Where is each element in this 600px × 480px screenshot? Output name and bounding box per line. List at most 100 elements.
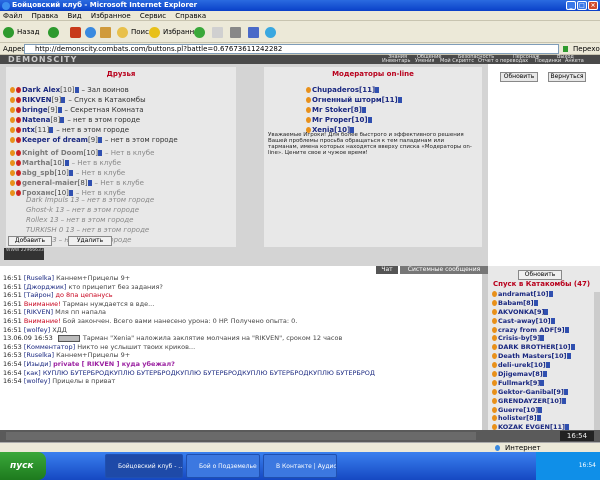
friend-row[interactable]: Keeper of dream[9] – нет в этом городе: [10, 135, 178, 145]
info-icon[interactable]: [538, 406, 543, 413]
location-user-row[interactable]: Death Masters[10]: [492, 352, 576, 361]
chat-sender[interactable]: [Комментатор]: [24, 343, 75, 351]
history-button[interactable]: [194, 25, 205, 39]
refresh-moderators-button[interactable]: Обновить: [500, 72, 538, 82]
info-icon[interactable]: [542, 371, 547, 378]
location-user-row[interactable]: Crisis-by[9]: [492, 334, 576, 343]
messenger-button[interactable]: [265, 25, 276, 39]
task-battle[interactable]: Бой о Подземелье ...: [186, 454, 260, 478]
info-icon[interactable]: [548, 291, 553, 297]
location-user-name[interactable]: crazy from ADF[9]: [498, 326, 565, 334]
add-friend-button[interactable]: Добавить: [8, 236, 52, 246]
friend-name[interactable]: general-maier: [22, 179, 78, 187]
friend-name[interactable]: Dark Impuls: [26, 196, 68, 204]
home-button[interactable]: [100, 25, 111, 39]
friend-name[interactable]: Martha: [22, 159, 50, 167]
location-user-row[interactable]: Gektor-Ganibal[9]: [492, 388, 576, 397]
address-input[interactable]: http://demonscity.combats.com/buttons.pl…: [24, 44, 559, 54]
start-button[interactable]: пуск: [0, 452, 46, 480]
info-icon[interactable]: [375, 87, 380, 93]
location-user-name[interactable]: DARK BROTHER[10]: [498, 343, 571, 351]
location-user-name[interactable]: GRENDAYZER[10]: [498, 397, 562, 405]
location-user-row[interactable]: andramat[10]: [492, 290, 576, 299]
moderator-name[interactable]: Mr Proper[10]: [312, 116, 368, 124]
friend-row[interactable]: Natena[8] – нет в этом городе: [10, 115, 178, 125]
location-user-name[interactable]: holister[8]: [498, 414, 537, 422]
menu-tools[interactable]: Сервис: [140, 12, 166, 20]
chat-sender[interactable]: [Изыди]: [24, 360, 51, 368]
location-user-name[interactable]: deli-urek[10]: [498, 361, 546, 369]
close-icon[interactable]: ×: [588, 1, 598, 10]
location-user-row[interactable]: GRENDAYZER[10]: [492, 397, 576, 406]
location-user-row[interactable]: Cast-away[10]: [492, 317, 576, 326]
menu-favorites[interactable]: Избранное: [91, 12, 131, 20]
location-user-row[interactable]: holister[8]: [492, 414, 576, 423]
info-icon[interactable]: [397, 97, 402, 103]
location-user-row[interactable]: crazy from ADF[9]: [492, 326, 576, 335]
location-user-row[interactable]: Guerre[10]: [492, 406, 576, 415]
info-icon[interactable]: [540, 335, 545, 342]
maximize-icon[interactable]: □: [577, 1, 587, 10]
info-icon[interactable]: [61, 97, 66, 103]
location-user-row[interactable]: DARK BROTHER[10]: [492, 343, 576, 352]
moderator-name[interactable]: Chupaderos[11]: [312, 86, 375, 94]
back-page-button[interactable]: Вернуться: [548, 72, 586, 82]
friend-row[interactable]: Dark Alex[10] – Зал воинов: [10, 85, 178, 95]
location-user-name[interactable]: Fullmark[9]: [498, 379, 540, 387]
chat-input[interactable]: [6, 432, 476, 440]
info-icon[interactable]: [563, 388, 568, 395]
friend-name[interactable]: Knight of Doom: [22, 149, 84, 157]
friend-name[interactable]: ntx: [22, 126, 35, 134]
menu-help[interactable]: Справка: [175, 12, 206, 20]
chat-sender[interactable]: [RIKVEN]: [24, 308, 53, 316]
info-icon[interactable]: [540, 379, 545, 386]
info-icon[interactable]: [564, 326, 569, 333]
friend-row[interactable]: TURKISH 0 13– нет в этом городе: [26, 225, 154, 235]
remove-friend-button[interactable]: Удалить: [68, 236, 112, 246]
location-user-name[interactable]: andramat[10]: [498, 290, 549, 298]
info-icon[interactable]: [64, 160, 69, 166]
nav-profile[interactable]: Анкета: [565, 59, 584, 64]
moderator-row[interactable]: Огненный шторм[11]: [306, 95, 403, 105]
location-user-name[interactable]: Gektor-Ganibal[9]: [498, 388, 564, 396]
location-user-name[interactable]: Death Masters[10]: [498, 352, 567, 360]
friend-row[interactable]: ntx[11] – нет в этом городе: [10, 125, 178, 135]
chat-sender[interactable]: Внимание!: [24, 300, 61, 308]
friend-name[interactable]: Dark Alex: [22, 86, 60, 94]
info-icon[interactable]: [74, 87, 79, 93]
info-icon[interactable]: [550, 317, 555, 324]
moderator-row[interactable]: Chupaderos[11]: [306, 85, 403, 95]
friend-row[interactable]: bringe[9] – Секретная Комната: [10, 105, 178, 115]
location-user-row[interactable]: Fullmark[9]: [492, 379, 576, 388]
minimize-icon[interactable]: _: [566, 1, 576, 10]
search-button[interactable]: Поиск: [117, 25, 153, 39]
info-icon[interactable]: [57, 107, 62, 113]
friend-row[interactable]: abg_spb[10] – Нет в клубе: [10, 168, 154, 178]
stop-button[interactable]: [70, 25, 81, 39]
info-icon[interactable]: [570, 344, 575, 351]
info-icon[interactable]: [545, 362, 550, 369]
friend-row[interactable]: Martha[10] – Нет в клубе: [10, 158, 154, 168]
chat-sender[interactable]: [wolfey]: [24, 326, 50, 334]
task-fightclub[interactable]: Бойцовский клуб - ...: [105, 454, 183, 478]
location-user-name[interactable]: Babam[8]: [498, 299, 534, 307]
chat-sender[interactable]: [Ruselka]: [24, 274, 54, 282]
friend-name[interactable]: Ghost-k: [26, 206, 53, 214]
edit-button[interactable]: [248, 25, 259, 39]
info-icon[interactable]: [561, 397, 566, 404]
chat-sender[interactable]: [Джорджик]: [24, 283, 67, 291]
friend-row[interactable]: Rollex 13– нет в этом городе: [26, 215, 154, 225]
moderator-row[interactable]: Mr Stoker[8]: [306, 105, 403, 115]
friend-name[interactable]: TURKISH: [26, 226, 57, 234]
back-button[interactable]: Назад: [3, 25, 39, 39]
sidebar-scrollbar[interactable]: [594, 292, 600, 430]
info-icon[interactable]: [60, 117, 65, 123]
location-user-name[interactable]: AKVONKA[9]: [498, 308, 544, 316]
moderator-name[interactable]: Огненный шторм[11]: [312, 96, 398, 104]
tab-system-messages[interactable]: Системные сообщения: [400, 266, 488, 274]
refresh-users-button[interactable]: Обновить: [518, 270, 562, 280]
location-user-name[interactable]: Cast-away[10]: [498, 317, 551, 325]
friend-row[interactable]: general-maier[8] – Нет в клубе: [10, 178, 154, 188]
location-user-name[interactable]: Crisis-by[9]: [498, 334, 540, 342]
info-icon[interactable]: [87, 180, 92, 186]
